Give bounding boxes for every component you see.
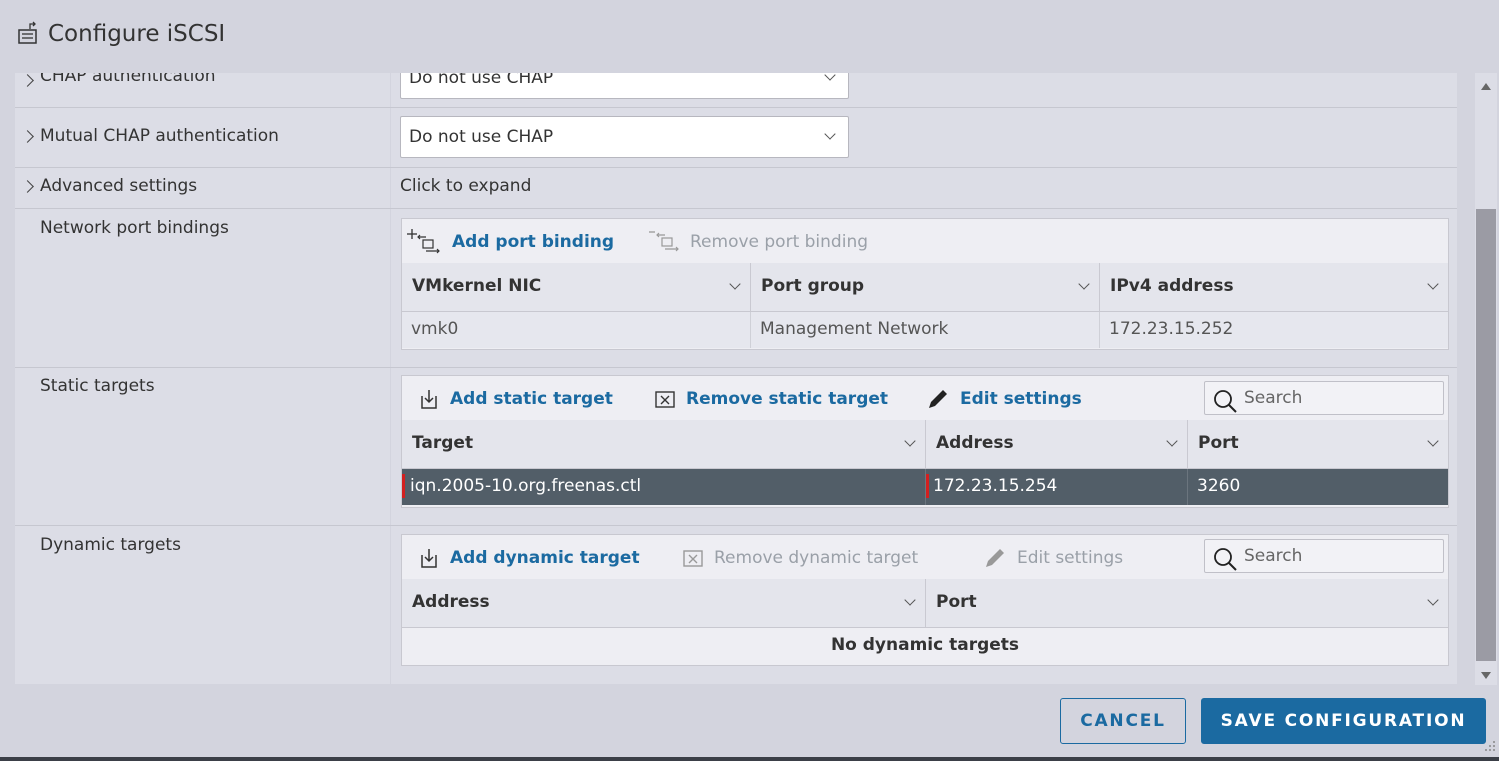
- error-marker: [926, 474, 929, 498]
- chap-select[interactable]: Do not use CHAP: [400, 73, 849, 99]
- chevron-down-icon[interactable]: [904, 594, 916, 606]
- configure-iscsi-dialog: Configure iSCSI CHAP authentication Do n…: [0, 0, 1499, 758]
- cancel-button[interactable]: CANCEL: [1060, 698, 1186, 744]
- dynamic-targets-header: Address Port: [402, 579, 1448, 629]
- scroll-up-arrow-icon[interactable]: [1481, 83, 1491, 90]
- expand-chevron-icon[interactable]: [21, 130, 34, 143]
- advanced-settings-hint[interactable]: Click to expand: [400, 176, 531, 196]
- expand-chevron-icon[interactable]: [21, 180, 34, 193]
- mutual-chap-select[interactable]: Do not use CHAP: [400, 116, 849, 158]
- chap-row: CHAP authentication Do not use CHAP: [15, 73, 1457, 108]
- chevron-down-icon[interactable]: [1078, 278, 1090, 290]
- chevron-down-icon[interactable]: [1427, 435, 1439, 447]
- scroll-down-arrow-icon[interactable]: [1481, 672, 1491, 679]
- chevron-down-icon[interactable]: [1166, 435, 1178, 447]
- dialog-title-bar: Configure iSCSI: [16, 16, 225, 52]
- search-input[interactable]: Search: [1244, 388, 1302, 408]
- column-header-ipv4-address[interactable]: IPv4 address: [1100, 263, 1448, 311]
- static-targets-search[interactable]: Search: [1204, 381, 1444, 415]
- mutual-chap-label: Mutual CHAP authentication: [40, 126, 279, 146]
- dynamic-targets-row: Dynamic targets Add dynamic target Remov…: [15, 526, 1457, 684]
- remove-dynamic-target-button[interactable]: Remove dynamic target: [682, 545, 918, 571]
- add-binding-icon: [407, 229, 440, 254]
- background-strip: [0, 757, 1499, 761]
- port-bindings-row: Network port bindings Add port binding R…: [15, 209, 1457, 368]
- error-marker: [402, 474, 405, 498]
- static-targets-row: Static targets Add static target Remove …: [15, 368, 1457, 526]
- chevron-down-icon: [824, 73, 836, 81]
- column-header-port[interactable]: Port: [1188, 420, 1448, 468]
- add-port-binding-button[interactable]: Add port binding: [406, 229, 614, 255]
- dynamic-targets-search[interactable]: Search: [1204, 539, 1444, 573]
- remove-box-icon: [655, 391, 675, 408]
- dynamic-targets-panel: Add dynamic target Remove dynamic target: [401, 534, 1449, 666]
- resize-grip-icon[interactable]: [1484, 740, 1496, 752]
- pencil-icon: [929, 390, 947, 408]
- search-icon: [1214, 390, 1237, 413]
- static-targets-header: Target Address Port: [402, 420, 1448, 470]
- port-bindings-panel: Add port binding Remove port binding VMk…: [401, 218, 1449, 350]
- scrollbar-thumb[interactable]: [1476, 209, 1496, 661]
- config-icon: [18, 21, 37, 44]
- remove-binding-icon: [649, 231, 679, 252]
- advanced-settings-row[interactable]: Advanced settings Click to expand: [15, 168, 1457, 209]
- mutual-chap-row: Mutual CHAP authentication Do not use CH…: [15, 108, 1457, 168]
- table-row-selected[interactable]: iqn.2005-10.org.freenas.ctl 172.23.15.25…: [402, 469, 1448, 505]
- advanced-settings-label: Advanced settings: [40, 176, 198, 196]
- edit-dynamic-settings-button[interactable]: Edit settings: [983, 545, 1123, 571]
- save-configuration-button[interactable]: SAVE CONFIGURATION: [1201, 698, 1486, 744]
- download-icon: [421, 390, 437, 409]
- add-dynamic-target-button[interactable]: Add dynamic target: [418, 545, 640, 571]
- chap-label: CHAP authentication: [40, 73, 216, 86]
- search-input[interactable]: Search: [1244, 546, 1302, 566]
- port-bindings-label: Network port bindings: [40, 218, 229, 238]
- search-icon: [1214, 548, 1237, 571]
- remove-static-target-button[interactable]: Remove static target: [654, 386, 888, 412]
- expand-chevron-icon[interactable]: [21, 74, 34, 87]
- column-header-target[interactable]: Target: [402, 420, 926, 468]
- dynamic-targets-label: Dynamic targets: [40, 535, 181, 555]
- download-icon: [421, 549, 437, 568]
- table-row[interactable]: vmk0 Management Network 172.23.15.252: [402, 312, 1448, 348]
- chevron-down-icon[interactable]: [729, 278, 741, 290]
- static-targets-label: Static targets: [40, 376, 155, 396]
- chevron-down-icon: [824, 128, 836, 140]
- pencil-icon: [986, 549, 1004, 567]
- column-header-port-group[interactable]: Port group: [751, 263, 1100, 311]
- column-header-address[interactable]: Address: [402, 579, 926, 627]
- remove-port-binding-button[interactable]: Remove port binding: [648, 229, 868, 255]
- port-bindings-header: VMkernel NIC Port group IPv4 address: [402, 263, 1448, 313]
- static-targets-panel: Add static target Remove static target E…: [401, 375, 1449, 508]
- remove-box-icon: [683, 550, 703, 567]
- dialog-title: Configure iSCSI: [48, 21, 226, 47]
- chevron-down-icon[interactable]: [1427, 278, 1439, 290]
- add-static-target-button[interactable]: Add static target: [418, 386, 613, 412]
- chevron-down-icon[interactable]: [1427, 594, 1439, 606]
- column-header-vmkernel-nic[interactable]: VMkernel NIC: [402, 263, 751, 311]
- dialog-content: CHAP authentication Do not use CHAP Mutu…: [15, 73, 1457, 684]
- empty-state-text: No dynamic targets: [402, 628, 1448, 664]
- column-header-address[interactable]: Address: [926, 420, 1188, 468]
- chevron-down-icon[interactable]: [904, 435, 916, 447]
- edit-static-settings-button[interactable]: Edit settings: [926, 386, 1082, 412]
- column-header-port[interactable]: Port: [926, 579, 1448, 627]
- vertical-scrollbar[interactable]: [1475, 73, 1497, 685]
